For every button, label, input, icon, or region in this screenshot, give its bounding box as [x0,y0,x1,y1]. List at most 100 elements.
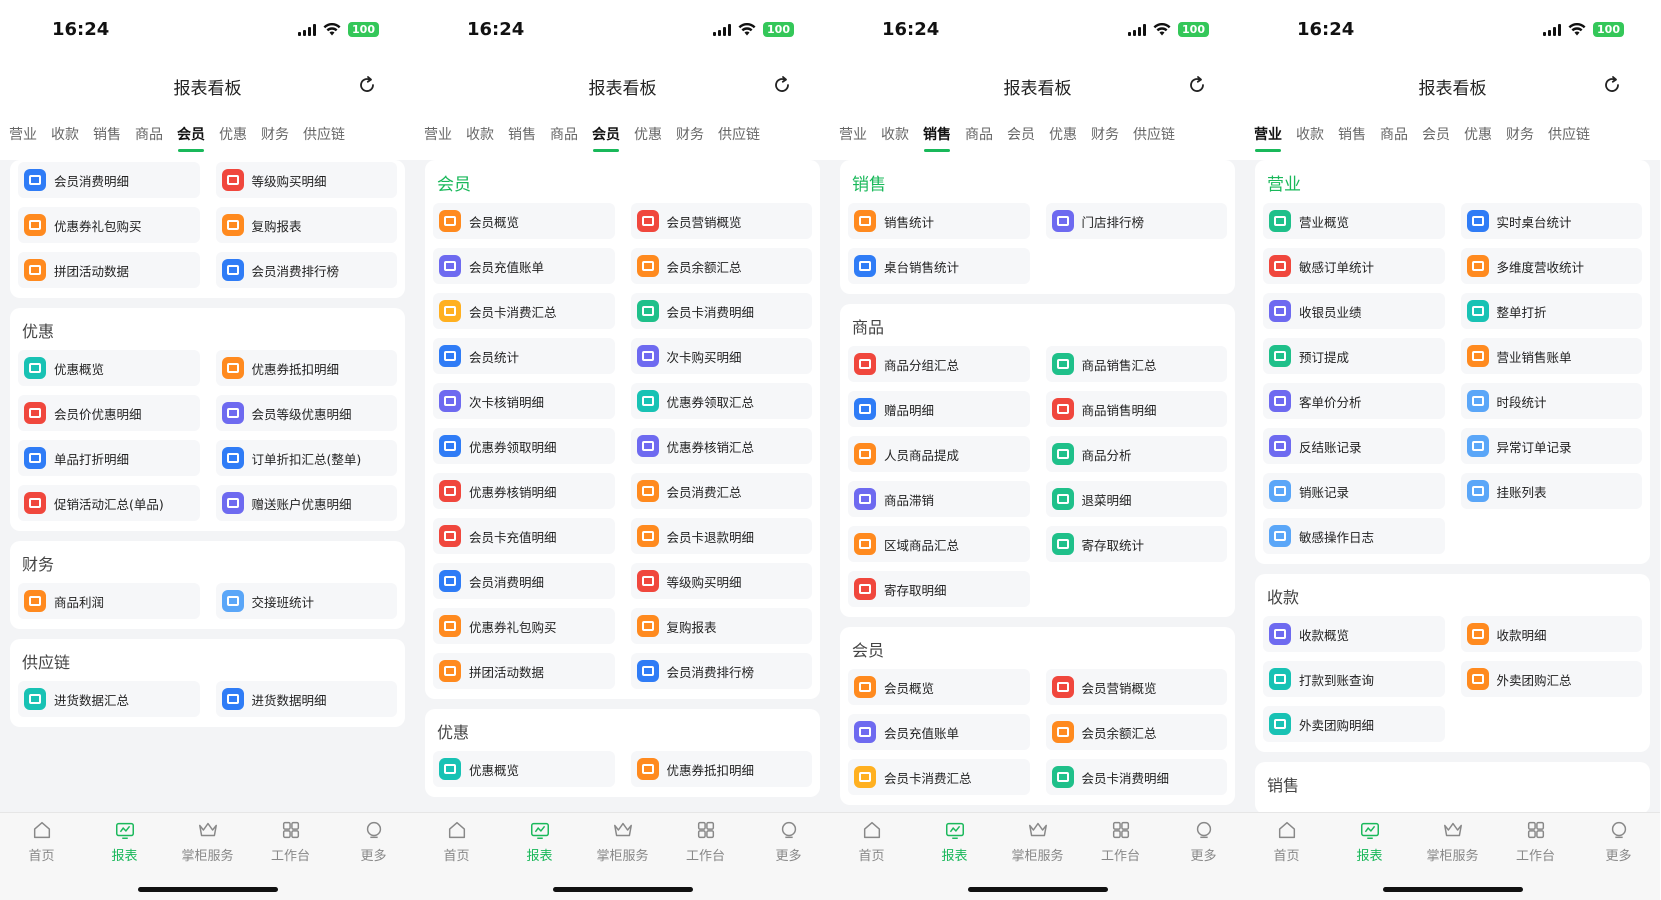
report-item[interactable]: 拼团活动数据 [433,653,615,689]
report-item[interactable]: 会员概览 [848,669,1030,705]
nav-item[interactable]: 报表 [1340,819,1400,864]
report-item[interactable]: 会员概览 [433,203,615,239]
report-item[interactable]: 时段统计 [1460,383,1642,419]
tab-item[interactable]: 供应链 [1547,112,1597,160]
report-item[interactable]: 会员营销概览 [630,203,812,239]
report-item[interactable]: 会员卡充值明细 [433,518,615,554]
tab-item[interactable]: 收款 [1295,112,1331,160]
report-item[interactable]: 优惠券领取汇总 [630,383,812,419]
report-item[interactable]: 多维度营收统计 [1460,248,1642,284]
nav-item[interactable]: 工作台 [1506,819,1566,864]
report-item[interactable]: 商品销售明细 [1045,391,1227,427]
report-item[interactable]: 实时桌台统计 [1460,203,1642,239]
report-item[interactable]: 赠品明细 [848,391,1030,427]
report-item[interactable]: 拼团活动数据 [18,252,200,288]
report-item[interactable]: 营业概览 [1263,203,1445,239]
report-item[interactable]: 会员卡退款明细 [630,518,812,554]
report-item[interactable]: 进货数据明细 [215,681,397,717]
nav-item[interactable]: 首页 [12,819,72,864]
report-item[interactable]: 商品销售汇总 [1045,346,1227,382]
report-item[interactable]: 挂账列表 [1460,473,1642,509]
report-item[interactable]: 会员卡消费明细 [1045,759,1227,795]
tab-item[interactable]: 优惠 [1463,112,1499,160]
report-item[interactable]: 单品打折明细 [18,440,200,476]
tab-item[interactable]: 优惠 [1048,112,1084,160]
nav-item[interactable]: 工作台 [1091,819,1151,864]
nav-item[interactable]: 首页 [427,819,487,864]
report-item[interactable]: 进货数据汇总 [18,681,200,717]
report-item[interactable]: 整单打折 [1460,293,1642,329]
nav-item[interactable]: 掌柜服务 [178,819,238,864]
report-item[interactable]: 等级购买明细 [630,563,812,599]
tab-item[interactable]: 商品 [1379,112,1415,160]
report-item[interactable]: 会员统计 [433,338,615,374]
report-item[interactable]: 敏感操作日志 [1263,518,1445,554]
report-item[interactable]: 优惠券核销汇总 [630,428,812,464]
tab-item[interactable]: 收款 [465,112,501,160]
tab-item[interactable]: 供应链 [302,112,352,160]
report-item[interactable]: 优惠概览 [18,350,200,386]
report-item[interactable]: 寄存取统计 [1045,526,1227,562]
report-item[interactable]: 等级购买明细 [215,162,397,198]
report-item[interactable]: 销账记录 [1263,473,1445,509]
tab-item[interactable]: 会员 [591,112,627,160]
tab-item[interactable]: 会员 [1421,112,1457,160]
tab-item[interactable]: 商品 [134,112,170,160]
tab-item[interactable]: 营业 [423,112,459,160]
nav-item[interactable]: 工作台 [261,819,321,864]
tab-item[interactable]: 财务 [1090,112,1126,160]
tab-item[interactable]: 营业 [1253,112,1289,160]
nav-item[interactable]: 更多 [759,819,819,864]
report-item[interactable]: 人员商品提成 [848,436,1030,472]
report-item[interactable]: 复购报表 [630,608,812,644]
report-item[interactable]: 会员消费明细 [433,563,615,599]
report-item[interactable]: 商品分组汇总 [848,346,1030,382]
report-item[interactable]: 订单折扣汇总(整单) [215,440,397,476]
report-item[interactable]: 会员余额汇总 [630,248,812,284]
report-item[interactable]: 商品分析 [1045,436,1227,472]
report-item[interactable]: 优惠概览 [433,751,615,787]
report-item[interactable]: 会员消费明细 [18,162,200,198]
tab-item[interactable]: 收款 [50,112,86,160]
tab-item[interactable]: 销售 [922,112,958,160]
report-item[interactable]: 赠送账户优惠明细 [215,485,397,521]
refresh-icon[interactable] [357,75,377,95]
tab-item[interactable]: 财务 [260,112,296,160]
report-item[interactable]: 优惠券抵扣明细 [630,751,812,787]
nav-item[interactable]: 更多 [344,819,404,864]
tab-item[interactable]: 销售 [507,112,543,160]
nav-item[interactable]: 报表 [510,819,570,864]
report-item[interactable]: 敏感订单统计 [1263,248,1445,284]
report-item[interactable]: 门店排行榜 [1045,203,1227,239]
nav-item[interactable]: 掌柜服务 [1008,819,1068,864]
report-item[interactable]: 会员消费汇总 [630,473,812,509]
tab-item[interactable]: 供应链 [1132,112,1182,160]
refresh-icon[interactable] [772,75,792,95]
report-item[interactable]: 交接班统计 [215,583,397,619]
report-item[interactable]: 会员卡消费汇总 [433,293,615,329]
tab-item[interactable]: 优惠 [633,112,669,160]
nav-item[interactable]: 首页 [842,819,902,864]
report-item[interactable]: 外卖团购汇总 [1460,661,1642,697]
report-item[interactable]: 外卖团购明细 [1263,706,1445,742]
tab-item[interactable]: 商品 [549,112,585,160]
report-item[interactable]: 会员卡消费明细 [630,293,812,329]
report-item[interactable]: 商品利润 [18,583,200,619]
report-item[interactable]: 会员卡消费汇总 [848,759,1030,795]
refresh-icon[interactable] [1602,75,1622,95]
report-item[interactable]: 会员余额汇总 [1045,714,1227,750]
tab-item[interactable]: 优惠 [218,112,254,160]
report-item[interactable]: 区域商品汇总 [848,526,1030,562]
report-item[interactable]: 优惠券礼包购买 [433,608,615,644]
report-item[interactable]: 复购报表 [215,207,397,243]
tab-item[interactable]: 供应链 [717,112,767,160]
nav-item[interactable]: 报表 [925,819,985,864]
tab-item[interactable]: 销售 [1337,112,1373,160]
tab-item[interactable]: 营业 [838,112,874,160]
nav-item[interactable]: 工作台 [676,819,736,864]
report-item[interactable]: 会员充值账单 [433,248,615,284]
report-item[interactable]: 会员营销概览 [1045,669,1227,705]
refresh-icon[interactable] [1187,75,1207,95]
report-item[interactable]: 会员价优惠明细 [18,395,200,431]
report-item[interactable]: 会员充值账单 [848,714,1030,750]
